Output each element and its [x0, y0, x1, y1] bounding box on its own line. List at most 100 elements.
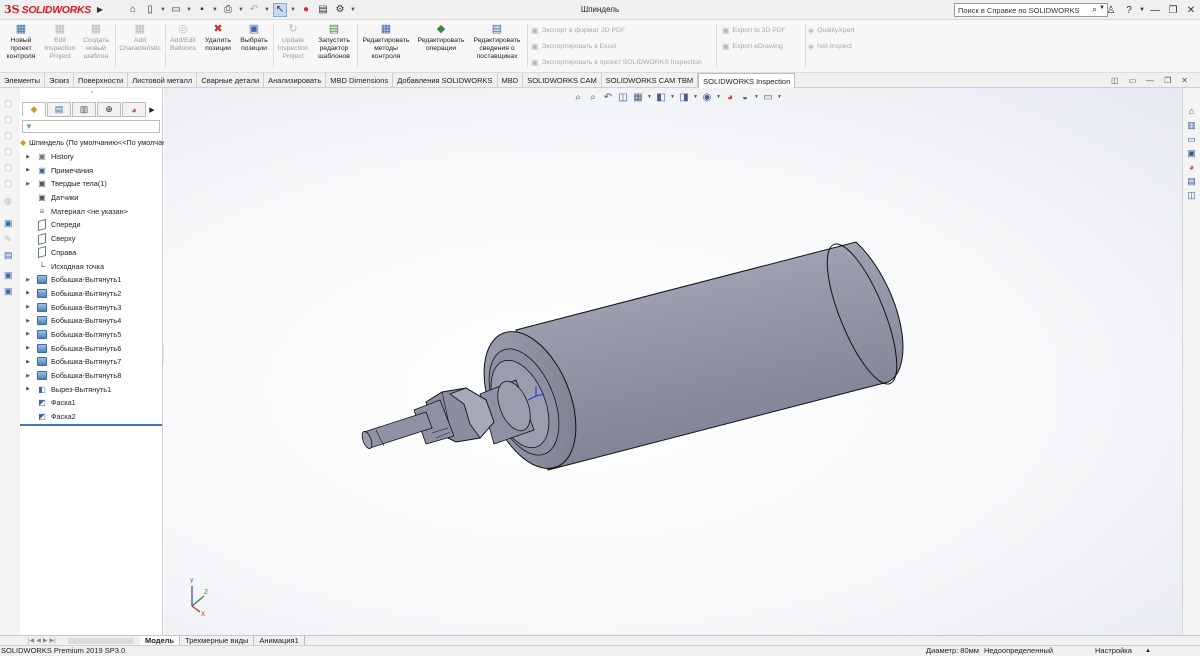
dimxpert-manager-tab-icon[interactable]: ⊕: [97, 102, 121, 117]
new-file-icon[interactable]: ▯: [143, 3, 157, 17]
view-orientation-icon[interactable]: ◧: [655, 92, 667, 103]
dropdown-icon[interactable]: ▼: [777, 94, 782, 100]
help-dropdown-icon[interactable]: ▼: [1138, 7, 1146, 13]
edit-inspection-project-button[interactable]: ▦ Edit Inspection Project: [41, 22, 79, 61]
open-icon[interactable]: ▭: [169, 3, 183, 17]
edit-operations-button[interactable]: ◆ Редактировать операции: [414, 22, 468, 53]
expand-icon[interactable]: ▶: [24, 386, 32, 392]
dropdown-icon[interactable]: ▼: [670, 94, 675, 100]
tree-item-boss-extrude7[interactable]: ▶ Бобышка-Вытянуть7: [20, 355, 163, 369]
dropdown-icon[interactable]: ▼: [754, 94, 759, 100]
tree-item-solid-bodies[interactable]: ▶ ▣ Твердые тела(1): [20, 177, 163, 191]
tab-solidworks-inspection[interactable]: SOLIDWORKS Inspection: [698, 73, 796, 89]
tab-features[interactable]: Элементы: [0, 73, 45, 88]
coordinate-triad[interactable]: Y Z X: [189, 578, 208, 618]
export-excel-button[interactable]: ▣ Экспортировать в Excel: [531, 42, 616, 51]
print-dropdown-icon[interactable]: ▼: [238, 7, 244, 13]
tree-item-material[interactable]: ≡ Материал <не указан>: [20, 204, 163, 218]
sketch-tool-icon[interactable]: ◍: [4, 196, 16, 208]
export-2d-pdf-button[interactable]: ▣ Экспорт в формат 2D PDF: [531, 26, 625, 35]
search-icon[interactable]: ⌕: [1092, 4, 1097, 15]
tree-item-chamfer2[interactable]: ◩ Фаска2: [20, 410, 163, 424]
tab-solidworks-cam[interactable]: SOLIDWORKS CAM: [523, 73, 602, 88]
export-edrawing-button[interactable]: ▣ Export eDrawing: [722, 42, 783, 51]
prev-tab-icon[interactable]: ◀: [36, 637, 41, 644]
options-dropdown-icon[interactable]: ▼: [350, 7, 356, 13]
tab-weldments[interactable]: Сварные детали: [197, 73, 265, 88]
edit-inspection-methods-button[interactable]: ▦ Редактировать методы контроля: [359, 22, 413, 61]
dropdown-icon[interactable]: ▼: [693, 94, 698, 100]
tree-item-chamfer1[interactable]: ◩ Фаска1: [20, 396, 163, 410]
tab-sketch[interactable]: Эскиз: [45, 73, 75, 88]
tab-surfaces[interactable]: Поверхности: [74, 73, 129, 88]
tree-item-boss-extrude2[interactable]: ▶ Бобышка-Вытянуть2: [20, 287, 163, 301]
graphics-area[interactable]: Y Z X: [164, 88, 1182, 635]
export-inspection-project-button[interactable]: ▣ Экспортировать в проект SOLIDWORKS Insp…: [531, 58, 702, 67]
add-characteristic-button[interactable]: ▦ Add Characteristic: [117, 22, 163, 53]
solidworks-resources-icon[interactable]: ⌂: [1185, 106, 1198, 118]
expand-icon[interactable]: ▶: [24, 290, 32, 296]
last-tab-icon[interactable]: ▶|: [49, 637, 55, 644]
display-tool-icon[interactable]: ▤: [4, 250, 16, 262]
tab-mbd[interactable]: MBD: [498, 73, 524, 88]
layout-tool-icon[interactable]: ▣: [4, 270, 16, 282]
expand-icon[interactable]: ▶: [24, 373, 32, 379]
restore-doc-icon[interactable]: ❐: [1164, 76, 1171, 85]
sketch-tool-icon[interactable]: ▢: [4, 146, 16, 158]
expand-icon[interactable]: ▶: [24, 154, 32, 160]
file-properties-icon[interactable]: ▤: [316, 3, 330, 17]
design-library-icon[interactable]: ▥: [1185, 120, 1198, 132]
tab-model[interactable]: Модель: [140, 635, 181, 646]
create-new-template-button[interactable]: ▦ Создать новый шаблон: [81, 22, 111, 61]
restore-icon[interactable]: ❐: [1164, 5, 1182, 16]
sketch-tool-icon[interactable]: ▢: [4, 162, 16, 174]
expand-icon[interactable]: ▶: [24, 318, 32, 324]
first-tab-icon[interactable]: |◀: [28, 637, 34, 644]
property-manager-tab-icon[interactable]: ▤: [47, 102, 71, 117]
custom-properties-icon[interactable]: ▤: [1185, 176, 1198, 188]
display-style-icon[interactable]: ◨: [678, 92, 690, 103]
options-icon[interactable]: ⚙: [333, 3, 347, 17]
expand-icon[interactable]: ▶: [24, 345, 32, 351]
appearances-scenes-icon[interactable]: ◕: [1185, 162, 1198, 174]
view-settings-icon[interactable]: ▭: [762, 92, 774, 103]
apply-scene-icon[interactable]: ◒: [739, 92, 751, 103]
edit-appearance-icon[interactable]: ◕: [724, 92, 736, 103]
expand-icon[interactable]: ▶: [24, 181, 32, 187]
minimize-icon[interactable]: —: [1146, 5, 1164, 16]
tab-3d-views[interactable]: Трехмерные виды: [180, 635, 255, 646]
help-search-input[interactable]: Поиск в Справке по SOLIDWORKS ⌕ ▼: [954, 3, 1108, 17]
expand-icon[interactable]: ▶: [24, 277, 32, 283]
select-icon[interactable]: ↖: [273, 2, 287, 17]
home-icon[interactable]: ⌂: [126, 3, 140, 17]
dropdown-icon[interactable]: ▼: [716, 94, 721, 100]
tree-item-front-plane[interactable]: Спереди: [20, 218, 163, 232]
select-positions-button[interactable]: ▣ Выбрать позиции: [237, 22, 271, 53]
tree-item-origin[interactable]: └ Исходная точка: [20, 259, 163, 273]
tab-mbd-dimensions[interactable]: MBD Dimensions: [326, 73, 394, 88]
tree-item-boss-extrude3[interactable]: ▶ Бобышка-Вытянуть3: [20, 300, 163, 314]
forum-icon[interactable]: ◫: [1185, 190, 1198, 202]
tree-filter-input[interactable]: ▼: [22, 120, 160, 133]
edit-tool-icon[interactable]: ✎: [4, 234, 16, 246]
more-tabs-icon[interactable]: ▶: [147, 102, 157, 117]
tab-animation1[interactable]: Анимация1: [254, 635, 305, 646]
units-dropdown-icon[interactable]: ▲: [1145, 646, 1151, 656]
new-dropdown-icon[interactable]: ▼: [160, 7, 166, 13]
close-icon[interactable]: ✕: [1182, 5, 1200, 16]
view-tool-icon[interactable]: ▣: [4, 218, 16, 230]
select-dropdown-icon[interactable]: ▼: [290, 7, 296, 13]
rebuild-icon[interactable]: ●: [299, 3, 313, 17]
new-inspection-project-button[interactable]: ▦ Новый проект контроля: [4, 22, 38, 61]
user-icon[interactable]: ♙: [1102, 5, 1120, 16]
tab-evaluate[interactable]: Анализировать: [264, 73, 327, 88]
tree-item-right-plane[interactable]: Справа: [20, 246, 163, 260]
expand-icon[interactable]: ▶: [24, 359, 32, 365]
launch-template-editor-button[interactable]: ▤ Запустить редактор шаблонов: [313, 22, 355, 61]
delete-positions-button[interactable]: ✖ Удалить позиции: [201, 22, 235, 53]
print-icon[interactable]: ⎙: [221, 3, 235, 17]
rollback-bar[interactable]: [20, 424, 162, 426]
tree-item-boss-extrude5[interactable]: ▶ Бобышка-Вытянуть5: [20, 328, 163, 342]
sketch-tool-icon[interactable]: ▢: [4, 114, 16, 126]
tree-item-boss-extrude1[interactable]: ▶ Бобышка-Вытянуть1: [20, 273, 163, 287]
